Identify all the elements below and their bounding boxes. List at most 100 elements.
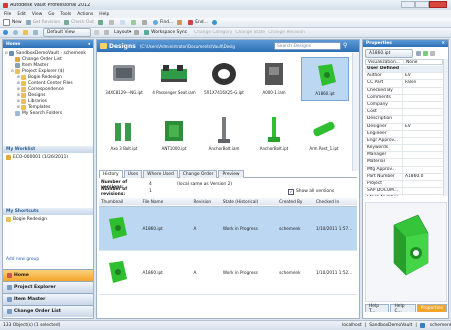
tab-where-used[interactable]: Where Used (143, 170, 178, 178)
property-row[interactable]: User Defined (365, 66, 443, 74)
property-row[interactable]: SAP DOCUM... (365, 188, 443, 196)
property-row[interactable]: Keywords (365, 145, 443, 153)
tree-item[interactable]: ⊟ SandboxDemoVault - schemenk (5, 50, 93, 56)
grid-icon[interactable] (104, 30, 109, 35)
property-row[interactable]: Checked By (365, 87, 443, 95)
nav-button-change-order-list[interactable]: Change Order List (3, 305, 93, 317)
refresh-icon[interactable] (423, 50, 428, 56)
minimize-button[interactable] (401, 1, 415, 8)
help-icon[interactable] (211, 20, 217, 25)
column-header[interactable]: State (Historical) (221, 198, 277, 206)
layout-button[interactable]: Layout ▾ (114, 30, 131, 35)
property-row[interactable]: Company (365, 101, 443, 110)
pin-icon[interactable]: ◂ (88, 42, 90, 47)
find-button[interactable]: Find... (153, 20, 173, 25)
column-header[interactable]: Created By (277, 198, 314, 206)
property-row[interactable]: CC Part False (365, 80, 443, 88)
file-tile[interactable]: AnchorBolt.ipt (251, 113, 297, 155)
file-selector[interactable]: A1860.ipt (365, 48, 413, 58)
back-icon[interactable] (3, 30, 8, 35)
close-icon[interactable]: × (441, 41, 445, 46)
menu-item-go[interactable]: Go (48, 12, 54, 17)
up-folder-icon[interactable] (23, 30, 28, 35)
worklist-item[interactable]: ECO-000001 (1/26/2011) (6, 154, 92, 160)
grid-scrollbar[interactable] (352, 53, 359, 171)
visualization-row[interactable]: Visualization... None (365, 59, 443, 66)
property-row[interactable]: Material (365, 159, 443, 167)
file-tile[interactable]: 4 Passenger Seat.iam (151, 57, 197, 99)
maximize-button[interactable] (415, 1, 429, 8)
show-all-versions-checkbox[interactable]: ✓ Show all versions (288, 188, 334, 195)
copy-icon[interactable] (120, 20, 126, 25)
property-row[interactable]: Engineer (365, 130, 443, 138)
get-revision-button[interactable]: Get Revision (25, 20, 60, 25)
new-button[interactable]: New (3, 19, 22, 26)
menu-item-actions[interactable]: Actions (77, 12, 93, 17)
add-new-group-link[interactable]: Add new group (6, 257, 39, 262)
tab-uses[interactable]: Uses (123, 170, 143, 178)
menu-item-tools[interactable]: Tools (60, 12, 71, 17)
file-tile[interactable]: 5X1X7416X25-G.ipt (201, 57, 247, 99)
property-row[interactable]: Engr Approv... (365, 137, 443, 146)
nav-button-project-explorer[interactable]: Project Explorer (3, 281, 93, 293)
print-icon[interactable] (142, 20, 148, 25)
forward-icon[interactable] (13, 30, 18, 35)
nav-button-item-master[interactable]: Item Master (3, 293, 93, 305)
change-revision-button[interactable]: Change Revision (268, 30, 305, 35)
property-row[interactable]: Author EV (365, 73, 443, 81)
property-row[interactable]: Mfg Approv... (365, 166, 443, 174)
tree-item[interactable]: My Search Folders (5, 110, 93, 116)
end-button[interactable]: End... (188, 20, 208, 25)
check-out-button[interactable]: Check Out (64, 20, 94, 25)
change-category-button[interactable]: Change Category (194, 30, 232, 35)
file-tile[interactable]: Axo 3 Bolt.ipt (101, 113, 147, 155)
menu-item-view[interactable]: View (32, 12, 42, 17)
workspace-sync-button[interactable]: Workspace Sync (144, 30, 187, 35)
search-input[interactable]: Search Designs (274, 42, 341, 50)
file-tile[interactable]: A000-1.iam (251, 57, 297, 99)
property-row[interactable]: Stock Number (365, 195, 443, 196)
tab-helpc[interactable]: Help C... (390, 304, 416, 314)
options-icon[interactable] (430, 50, 435, 56)
table-row[interactable]: A1860.ipt A Work in Progress schemenk 1/10/2… (99, 206, 357, 250)
column-header[interactable]: File Name (140, 198, 191, 206)
file-tile[interactable]: AnchorBolt.iam (201, 113, 247, 155)
undo-icon[interactable] (109, 20, 115, 25)
edit-icon[interactable] (416, 50, 421, 56)
tab-preview[interactable]: Preview (218, 170, 244, 178)
file-tile[interactable]: 34XC8129---NG.ipt (101, 57, 147, 99)
property-row[interactable]: Manager (365, 152, 443, 160)
tab-helpt[interactable]: Help T... (365, 304, 390, 314)
tab-change-order[interactable]: Change Order (178, 170, 218, 178)
nav-button-home[interactable]: Home (3, 269, 93, 281)
check-in-icon[interactable] (98, 20, 104, 25)
menu-item-file[interactable]: File (4, 12, 11, 17)
property-row[interactable]: Project (365, 181, 443, 189)
change-state-button[interactable]: Change State (235, 30, 265, 35)
shortcut-item[interactable]: Bogie Redesign (6, 216, 92, 222)
nav-icon[interactable] (33, 30, 38, 35)
property-row[interactable]: Comments (365, 94, 443, 102)
column-header[interactable]: Revision (192, 198, 221, 206)
file-tile[interactable]: Arm Rest_1.ipt (301, 113, 347, 155)
property-row[interactable]: Part Number A1860.0 (365, 173, 443, 181)
tab-history[interactable]: History (99, 170, 123, 178)
close-button[interactable] (429, 1, 447, 8)
column-header[interactable]: Thumbnail (99, 198, 140, 206)
search-icon[interactable]: ⚲ (343, 42, 347, 49)
file-tile[interactable]: ANT1000.ipt (151, 113, 197, 155)
tab-properties[interactable]: Properties (416, 304, 447, 312)
view-icon[interactable] (94, 30, 99, 35)
property-row[interactable]: Cost (365, 109, 443, 117)
property-row[interactable]: Designer EV (365, 123, 443, 131)
file-tile[interactable]: A1860.ipt (301, 57, 349, 101)
filter-icon[interactable] (177, 20, 183, 25)
tools-icon[interactable] (134, 30, 140, 35)
menu-item-edit[interactable]: Edit (17, 12, 26, 17)
view-selector[interactable]: Default View (43, 28, 91, 37)
property-row[interactable]: Description (365, 116, 443, 124)
menu-item-help[interactable]: Help (99, 12, 109, 17)
refresh-icon[interactable] (131, 20, 137, 25)
table-row[interactable]: A1860.ipt A Work in Progress schemenk 1/10/2… (99, 250, 357, 294)
column-header[interactable]: Checked In (314, 198, 357, 206)
